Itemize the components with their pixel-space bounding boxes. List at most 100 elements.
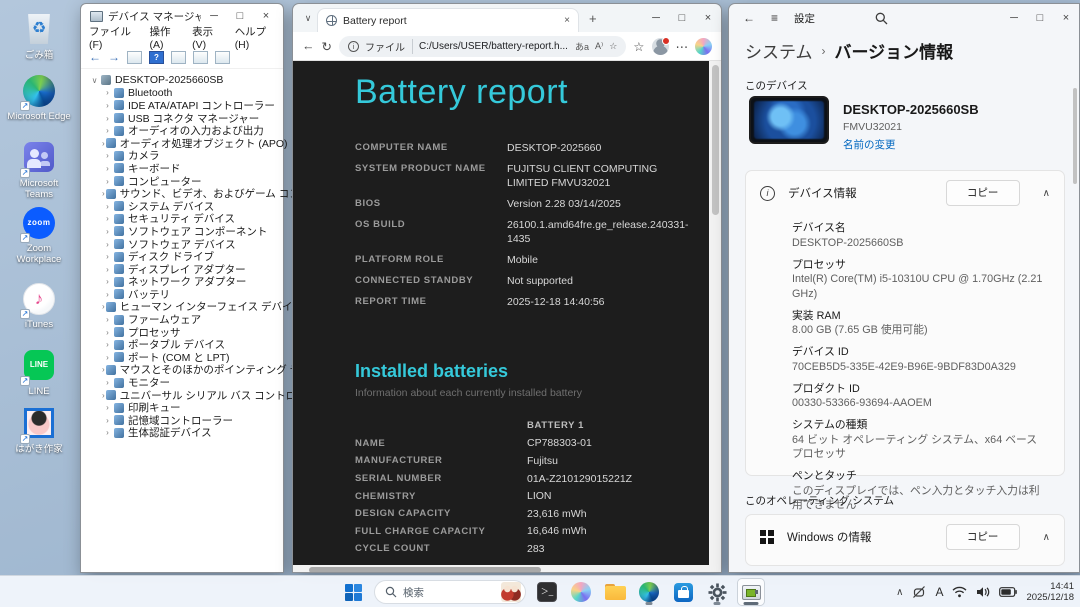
desktop-icon-recycle-bin[interactable]: ♻ ごみ箱	[6, 12, 72, 61]
expand-chevron-icon[interactable]: ›	[102, 403, 113, 412]
documentation-icon[interactable]	[127, 50, 142, 64]
search-icon[interactable]	[875, 12, 888, 25]
menu-action[interactable]: 操作(A)	[149, 24, 180, 51]
collapse-chevron-icon[interactable]: ∨	[89, 76, 100, 85]
taskbar-device-manager-icon[interactable]	[738, 579, 764, 605]
expand-chevron-icon[interactable]: ›	[102, 315, 113, 324]
scrollbar-thumb[interactable]	[711, 65, 719, 215]
desktop-icon-edge[interactable]: ↗ Microsoft Edge	[6, 74, 72, 122]
favorite-star-icon[interactable]: ☆	[609, 41, 617, 52]
taskbar-copilot-icon[interactable]	[568, 579, 594, 605]
close-button[interactable]: ×	[695, 7, 721, 29]
expand-chevron-icon[interactable]: ›	[102, 391, 105, 400]
read-aloud-icon[interactable]: A⁾	[595, 41, 603, 52]
expand-chevron-icon[interactable]: ›	[102, 428, 113, 437]
help-icon[interactable]: ?	[149, 50, 164, 64]
maximize-button[interactable]: □	[669, 7, 695, 29]
forward-button[interactable]: →	[108, 50, 120, 64]
expand-chevron-icon[interactable]: ›	[102, 416, 113, 425]
expand-chevron-icon[interactable]: ›	[102, 353, 113, 362]
minimize-button[interactable]: ─	[1001, 7, 1027, 29]
translate-icon[interactable]: あa	[575, 40, 589, 53]
device-info-card-header[interactable]: i デバイス情報 コピー ∧	[746, 171, 1064, 215]
expand-chevron-icon[interactable]: ›	[102, 277, 113, 286]
expand-chevron-icon[interactable]: ›	[102, 126, 113, 135]
back-button[interactable]: ←	[302, 39, 315, 53]
breadcrumb-system[interactable]: システム	[745, 38, 813, 63]
expand-chevron-icon[interactable]: ›	[102, 365, 105, 374]
expand-chevron-icon[interactable]: ›	[102, 214, 113, 223]
search-highlight-image[interactable]	[501, 582, 521, 602]
hamburger-menu-icon[interactable]: ≡	[771, 11, 778, 25]
expand-chevron-icon[interactable]: ›	[102, 202, 113, 211]
expand-chevron-icon[interactable]: ›	[102, 88, 113, 97]
scan-hardware-icon[interactable]	[193, 50, 208, 64]
scrollbar-thumb[interactable]	[1073, 88, 1077, 184]
scrollbar-thumb[interactable]	[309, 566, 541, 572]
vertical-scrollbar[interactable]	[709, 61, 721, 565]
desktop-icon-hagaki[interactable]: ↗ はがき作家	[6, 406, 72, 455]
address-bar[interactable]: i ファイル C:/Users/USER/battery-report.h...…	[338, 35, 627, 57]
expand-chevron-icon[interactable]: ›	[102, 240, 113, 249]
desktop-icon-zoom[interactable]: zoom ↗ Zoom Workplace	[6, 206, 72, 265]
expand-chevron-icon[interactable]: ›	[102, 177, 113, 186]
wifi-icon[interactable]	[952, 586, 967, 598]
expand-chevron-icon[interactable]: ›	[102, 227, 113, 236]
device-tree-root[interactable]: ∨ DESKTOP-2025660SB	[89, 74, 283, 87]
properties-icon[interactable]	[171, 50, 186, 64]
expand-chevron-icon[interactable]: ›	[102, 151, 113, 160]
copy-button[interactable]: コピー	[945, 180, 1020, 206]
ime-mode-indicator[interactable]: A	[935, 585, 943, 599]
minimize-button[interactable]: ─	[643, 7, 669, 29]
start-button[interactable]	[340, 579, 366, 605]
expand-chevron-icon[interactable]: ›	[102, 114, 113, 123]
expand-chevron-icon[interactable]: ›	[102, 378, 113, 387]
page-info-icon[interactable]: i	[347, 40, 359, 52]
expand-chevron-icon[interactable]: ›	[102, 290, 113, 299]
favorites-list-icon[interactable]: ☆	[633, 39, 644, 54]
new-tab-button[interactable]: +	[589, 11, 597, 26]
desktop-icon-teams[interactable]: ↗ Microsoft Teams	[6, 140, 72, 200]
collapse-chevron-icon[interactable]: ∧	[1043, 532, 1050, 543]
taskbar-store-icon[interactable]	[670, 579, 696, 605]
battery-icon[interactable]	[999, 587, 1018, 597]
expand-chevron-icon[interactable]: ›	[102, 139, 105, 148]
expand-chevron-icon[interactable]: ›	[102, 189, 105, 198]
rename-device-link[interactable]: 名前の変更	[843, 137, 896, 152]
close-button[interactable]: ×	[1053, 7, 1079, 29]
copilot-icon[interactable]	[695, 37, 712, 55]
taskbar-file-explorer-icon[interactable]	[602, 579, 628, 605]
taskbar-terminal-icon[interactable]: ＞_	[534, 579, 560, 605]
expand-chevron-icon[interactable]: ›	[102, 101, 113, 110]
menu-help[interactable]: ヘルプ(H)	[235, 24, 275, 51]
windows-info-card-header[interactable]: Windows の情報 コピー ∧	[746, 515, 1064, 559]
slashed-status-icon[interactable]	[912, 585, 926, 599]
back-button[interactable]: ←	[743, 11, 755, 25]
menu-file[interactable]: ファイル(F)	[89, 24, 137, 51]
menu-view[interactable]: 表示(V)	[192, 24, 223, 51]
maximize-button[interactable]: □	[1027, 7, 1053, 29]
horizontal-scrollbar[interactable]	[293, 565, 721, 572]
back-button[interactable]: ←	[89, 50, 101, 64]
desktop-icon-itunes[interactable]: ♪ ↗ iTunes	[6, 282, 72, 330]
computer-icon[interactable]	[215, 50, 230, 64]
volume-icon[interactable]	[976, 586, 990, 598]
taskbar-search-box[interactable]: 検索	[374, 580, 526, 604]
reload-button[interactable]: ↻	[322, 39, 332, 54]
desktop-icon-line[interactable]: LINE ↗ LINE	[6, 348, 72, 397]
expand-chevron-icon[interactable]: ›	[102, 252, 113, 261]
expand-chevron-icon[interactable]: ›	[102, 164, 113, 173]
expand-chevron-icon[interactable]: ›	[102, 265, 113, 274]
collapse-chevron-icon[interactable]: ∧	[1043, 188, 1050, 199]
tab-battery-report[interactable]: Battery report ×	[317, 8, 579, 32]
hidden-icons-chevron-icon[interactable]: ∧	[896, 587, 903, 598]
tab-search-icon[interactable]: ∨	[299, 13, 317, 24]
taskbar-settings-icon[interactable]	[704, 579, 730, 605]
tab-close-icon[interactable]: ×	[564, 15, 570, 26]
copy-button[interactable]: コピー	[945, 524, 1020, 550]
taskbar-clock[interactable]: 14:41 2025/12/18	[1026, 581, 1074, 604]
expand-chevron-icon[interactable]: ›	[102, 302, 105, 311]
expand-chevron-icon[interactable]: ›	[102, 340, 113, 349]
device-tree-item[interactable]: › 生体認証デバイス	[102, 427, 283, 439]
profile-avatar[interactable]	[651, 36, 670, 55]
